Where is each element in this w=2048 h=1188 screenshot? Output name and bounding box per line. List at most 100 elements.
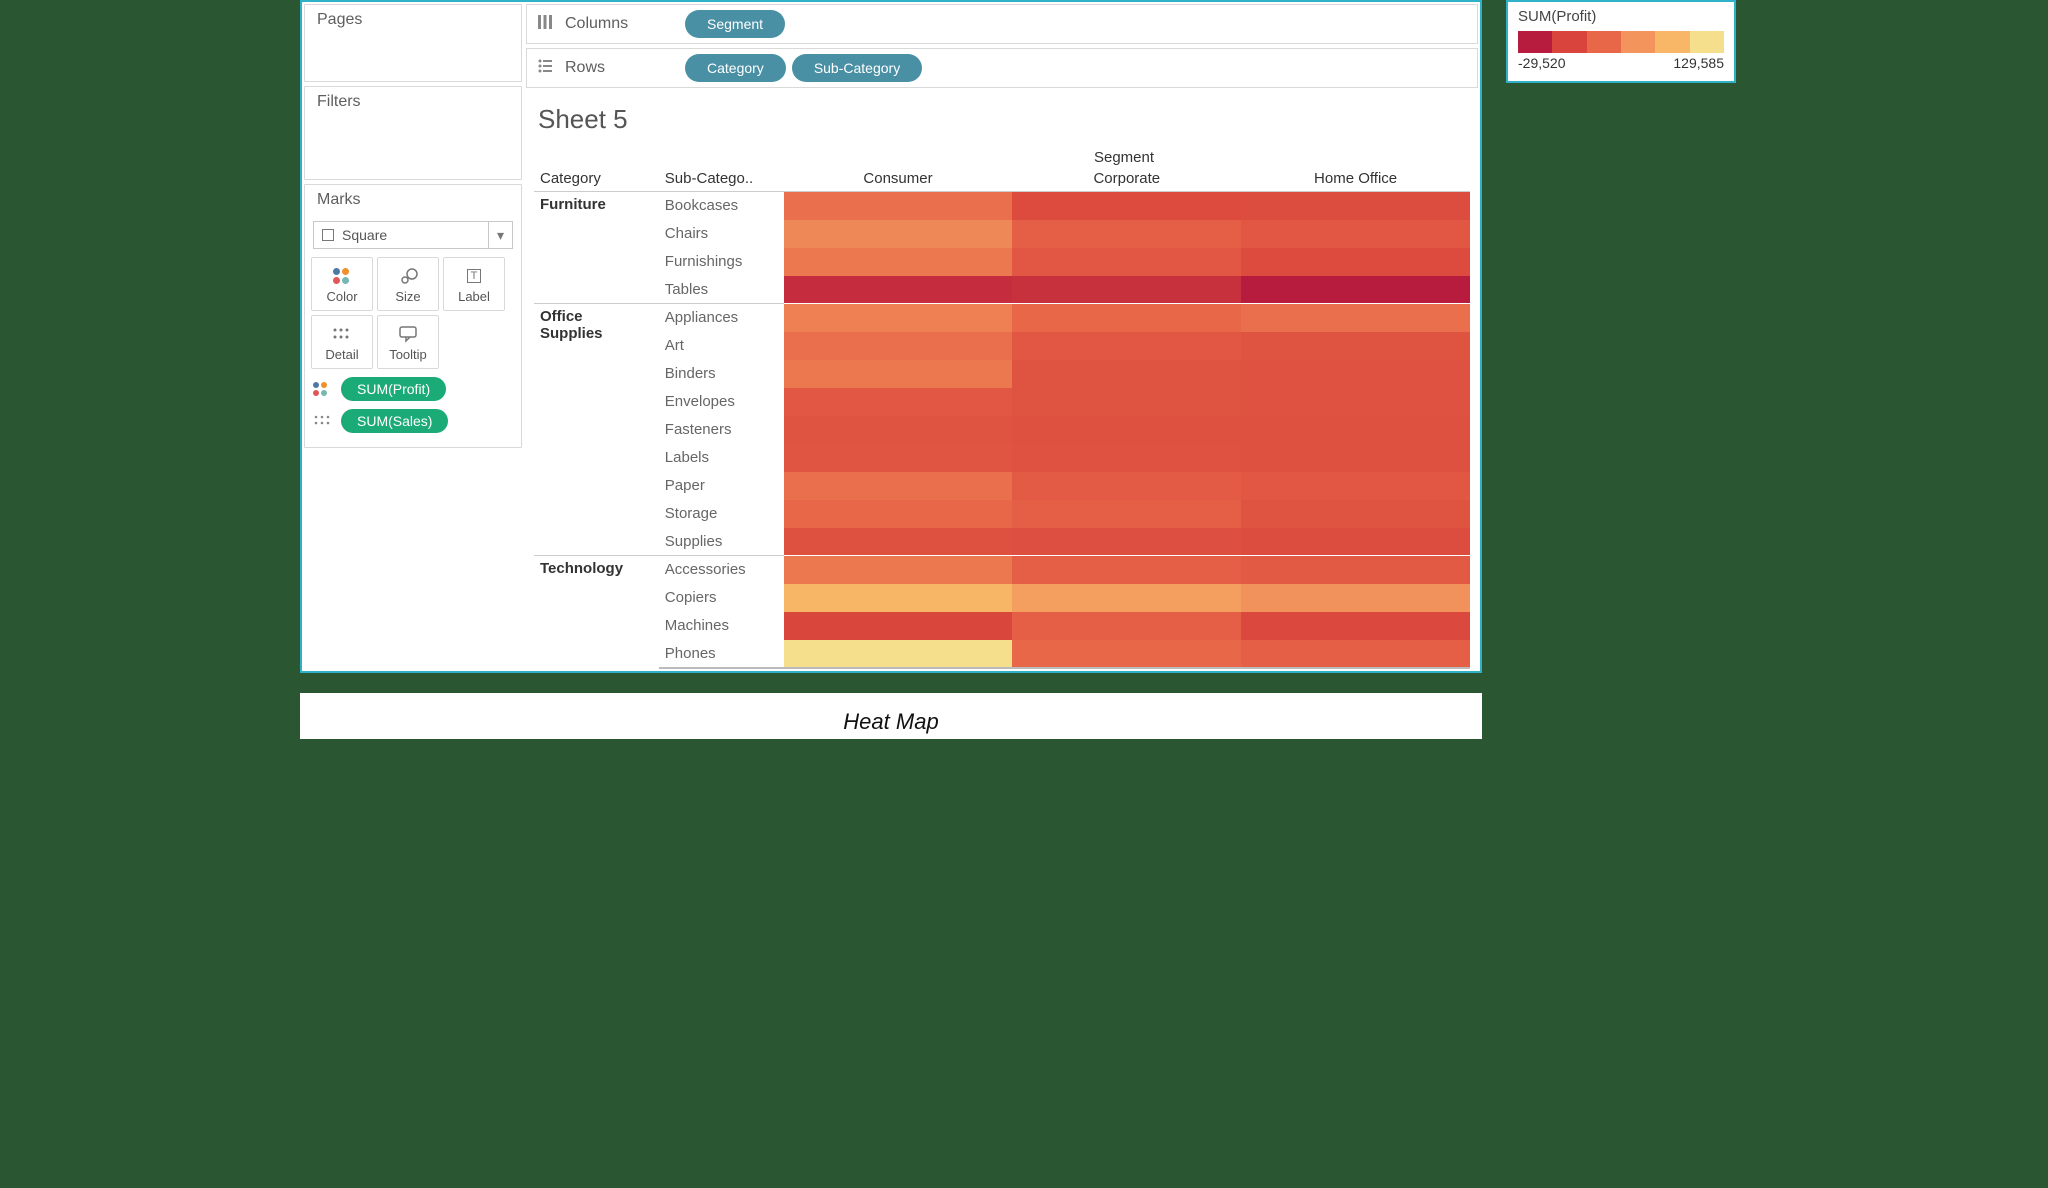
heatmap-cell[interactable] [784,304,1013,332]
heatmap-cell[interactable] [1241,388,1470,416]
pages-card[interactable]: Pages [304,4,522,82]
filters-card[interactable]: Filters [304,86,522,180]
heatmap-cell[interactable] [784,416,1013,444]
heatmap-cell[interactable] [1012,612,1241,640]
subcategory-cell: Tables [659,276,784,304]
heatmap-cell[interactable] [784,612,1013,640]
heatmap-cell[interactable] [1012,332,1241,360]
heatmap-cell[interactable] [1012,640,1241,668]
rows-pill-1[interactable]: Sub-Category [792,54,922,82]
heatmap-cell[interactable] [784,332,1013,360]
heatmap-cell[interactable] [1012,556,1241,584]
heatmap-cell[interactable] [1012,220,1241,248]
color-glyph-icon [313,382,335,396]
heatmap-cell[interactable] [784,640,1013,668]
rows-pill-0[interactable]: Category [685,54,786,82]
heatmap-cell[interactable] [784,472,1013,500]
heatmap-cell[interactable] [784,388,1013,416]
heatmap-cell[interactable] [1241,276,1470,304]
heatmap-cell[interactable] [1012,276,1241,304]
heatmap-cell[interactable] [1241,472,1470,500]
heatmap-cell[interactable] [1241,612,1470,640]
header-segment-0: Consumer [784,166,1013,192]
heatmap-cell[interactable] [1241,640,1470,668]
color-icon [333,265,351,287]
heatmap-table: CategorySub-Catego..ConsumerCorporateHom… [534,166,1470,669]
viz-canvas[interactable]: Sheet 5 Segment CategorySub-Catego..Cons… [526,94,1478,669]
subcategory-cell: Supplies [659,528,784,556]
heatmap-cell[interactable] [1241,332,1470,360]
subcategory-cell: Art [659,332,784,360]
marks-label: Marks [305,185,521,215]
heatmap-cell[interactable] [784,528,1013,556]
category-cell: Technology [534,556,659,668]
chevron-down-icon: ▾ [488,222,512,248]
heatmap-cell[interactable] [1012,248,1241,276]
heatmap-cell[interactable] [1241,444,1470,472]
mark-pill-row-1[interactable]: SUM(Sales) [305,405,521,437]
mark-buttons: Color Size T Label [305,255,521,371]
header-subcategory: Sub-Catego.. [659,166,784,192]
header-category: Category [534,166,659,192]
heatmap-cell[interactable] [784,444,1013,472]
subcategory-cell: Furnishings [659,248,784,276]
header-segment-1: Corporate [1012,166,1241,192]
heatmap-cell[interactable] [1241,248,1470,276]
color-legend[interactable]: SUM(Profit) -29,520 129,585 [1506,0,1736,83]
heatmap-cell[interactable] [1241,500,1470,528]
heatmap-cell[interactable] [1241,360,1470,388]
heatmap-cell[interactable] [1241,528,1470,556]
subcategory-cell: Labels [659,444,784,472]
heatmap-cell[interactable] [784,192,1013,220]
heatmap-cell[interactable] [1012,388,1241,416]
heatmap-cell[interactable] [1241,220,1470,248]
mark-pill-0[interactable]: SUM(Profit) [341,377,446,401]
heatmap-cell[interactable] [1012,472,1241,500]
heatmap-cell[interactable] [1012,444,1241,472]
heatmap-cell[interactable] [1012,500,1241,528]
columns-shelf[interactable]: Columns Segment [526,4,1478,44]
heatmap-cell[interactable] [784,556,1013,584]
heatmap-cell[interactable] [1012,192,1241,220]
detail-glyph-icon [313,413,335,429]
heatmap-cell[interactable] [1012,360,1241,388]
pages-label: Pages [305,5,521,35]
rows-shelf[interactable]: Rows CategorySub-Category [526,48,1478,88]
heatmap-cell[interactable] [784,500,1013,528]
subcategory-cell: Binders [659,360,784,388]
legend-title: SUM(Profit) [1518,8,1724,25]
heatmap-cell[interactable] [1241,304,1470,332]
subcategory-cell: Fasteners [659,416,784,444]
heatmap-cell[interactable] [784,248,1013,276]
heatmap-cell[interactable] [1012,416,1241,444]
legend-min: -29,520 [1518,55,1565,71]
subcategory-cell: Copiers [659,584,784,612]
color-button[interactable]: Color [311,257,373,311]
subcategory-cell: Accessories [659,556,784,584]
tooltip-button[interactable]: Tooltip [377,315,439,369]
segment-header: Segment [794,149,1454,166]
heatmap-cell[interactable] [1012,584,1241,612]
columns-pill-0[interactable]: Segment [685,10,785,38]
heatmap-cell[interactable] [1241,556,1470,584]
mark-type-dropdown[interactable]: Square ▾ [313,221,513,249]
label-button[interactable]: T Label [443,257,505,311]
heatmap-cell[interactable] [784,360,1013,388]
heatmap-cell[interactable] [784,220,1013,248]
heatmap-cell[interactable] [1241,416,1470,444]
heatmap-cell[interactable] [1241,584,1470,612]
heatmap-cell[interactable] [784,584,1013,612]
heatmap-cell[interactable] [784,276,1013,304]
subcategory-cell: Envelopes [659,388,784,416]
detail-button[interactable]: Detail [311,315,373,369]
figure-caption: Heat Map [300,693,1482,739]
heatmap-cell[interactable] [1241,192,1470,220]
mark-pill-row-0[interactable]: SUM(Profit) [305,373,521,405]
size-button[interactable]: Size [377,257,439,311]
subcategory-cell: Machines [659,612,784,640]
heatmap-cell[interactable] [1012,528,1241,556]
tableau-worksheet-window: Pages Filters Marks Square ▾ [300,0,1482,673]
filters-label: Filters [305,87,521,117]
heatmap-cell[interactable] [1012,304,1241,332]
mark-pill-1[interactable]: SUM(Sales) [341,409,448,433]
